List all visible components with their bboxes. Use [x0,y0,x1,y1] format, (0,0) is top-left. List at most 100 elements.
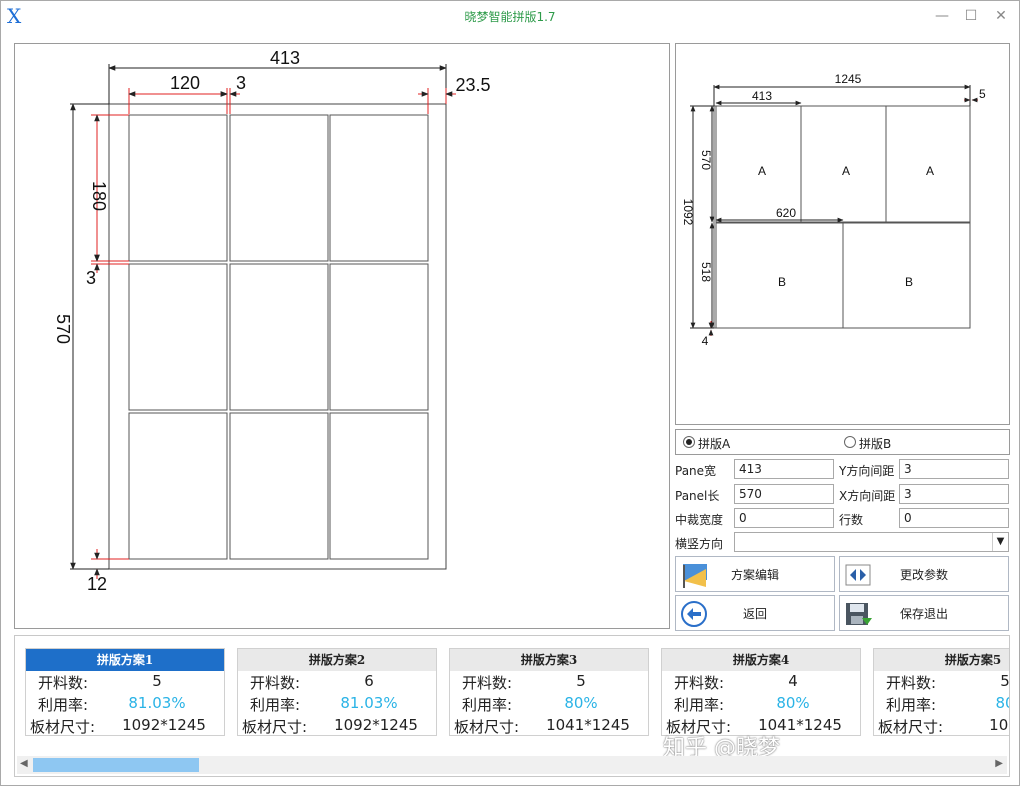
preview-dim-b-width: 620 [776,206,796,220]
dim-gap-x: 3 [236,73,246,93]
dim-margin-right: 23.5 [455,75,490,95]
scheme-card-4[interactable]: 拼版方案4 开料数: 4 利用率: 80% 板材尺寸: 1041*1245 [661,648,861,736]
panel-cell [128,263,228,411]
pane-width-label: Pane宽 [675,464,717,478]
rate-label: 利用率: [886,696,937,714]
change-params-button[interactable]: 更改参数 [839,556,1009,592]
title-bar: X 晓梦智能拼版1.7 — ☐ ✕ [1,1,1019,31]
back-button[interactable]: 返回 [675,595,835,631]
rate-value: 80 [995,694,1009,712]
dim-total-height: 570 [53,314,73,344]
panel-cell [329,263,429,411]
chevron-down-icon[interactable]: ▼ [992,533,1008,551]
dim-gap-y: 3 [86,268,96,288]
save-exit-button[interactable]: 保存退出 [839,595,1009,631]
scheme-title: 拼版方案1 [26,649,224,671]
sheet-preview: 1245 413 5 620 4 570 1092 518 A A A B B [681,72,986,348]
back-label: 返回 [742,606,767,621]
radio-layout-b-label[interactable]: 拼版B [859,435,891,452]
scheme-track: 拼版方案1 开料数: 5 利用率: 81.03% 板材尺寸: 1092*1245 拼版… [15,636,1009,748]
scheme-title: 拼版方案2 [238,649,436,671]
edit-scheme-label: 方案编辑 [730,567,779,582]
rows-label: 行数 [839,513,864,527]
orientation-label: 横竖方向 [675,537,724,551]
size-label: 板材尺寸: [30,718,96,736]
scheme-title: 拼版方案5 [874,649,1009,671]
scheme-list: 拼版方案1 开料数: 5 利用率: 81.03% 板材尺寸: 1092*1245 拼版… [14,635,1010,777]
panel-cell [329,114,429,262]
cut-width-input[interactable]: 0 [734,508,834,528]
cut-width-label: 中裁宽度 [675,513,724,527]
scrollbar-thumb[interactable] [33,758,199,772]
size-label: 板材尺寸: [242,718,308,736]
panel-cell [229,114,329,262]
panel-cell [229,263,329,411]
preview-dim-total-height: 1092 [681,199,695,226]
scroll-right-icon[interactable]: ▶ [995,758,1003,769]
count-label: 开料数: [38,674,89,692]
size-value: 1092*1245 [122,716,206,734]
preview-dim-margin: 5 [979,87,986,101]
window-title: 晓梦智能拼版1.7 [464,10,556,24]
count-label: 开料数: [886,674,937,692]
scroll-left-icon[interactable]: ◀ [20,758,28,769]
panel-b-label: B [778,275,786,289]
rate-value: 81.03% [128,694,186,712]
preview-dim-b-height: 518 [699,262,713,282]
count-value: 4 [788,672,798,690]
count-value: 5 [152,672,162,690]
preview-dim-width: 1245 [835,72,862,86]
scheme-card-2[interactable]: 拼版方案2 开料数: 6 利用率: 81.03% 板材尺寸: 1092*1245 [237,648,437,736]
size-value: 1041* [989,716,1009,734]
rate-label: 利用率: [462,696,513,714]
panel-a-label: A [842,164,850,178]
preview-dim-a-width: 413 [752,89,772,103]
panel-cell [229,412,329,560]
panel-b-label: B [905,275,913,289]
scheme-card-1[interactable]: 拼版方案1 开料数: 5 利用率: 81.03% 板材尺寸: 1092*1245 [25,648,225,736]
size-value: 1041*1245 [546,716,630,734]
rate-value: 80% [776,694,810,712]
size-label: 板材尺寸: [878,718,944,736]
panel-length-label: Panel长 [675,489,720,503]
rate-value: 80% [564,694,598,712]
layout-type-group: 拼版A 拼版B [675,429,1010,455]
size-value: 1092*1245 [334,716,418,734]
maximize-button[interactable]: ☐ [960,6,982,26]
x-gap-input[interactable]: 3 [899,484,1009,504]
dim-cell-height: 180 [89,181,109,211]
preview-dim-gap: 4 [702,334,709,348]
edit-scheme-button[interactable]: 方案编辑 [675,556,835,592]
rate-label: 利用率: [674,696,725,714]
close-button[interactable]: ✕ [990,6,1012,26]
count-label: 开料数: [250,674,301,692]
orientation-select[interactable]: ▼ [734,532,1009,552]
panel-cell [128,412,228,560]
save-exit-label: 保存退出 [899,606,948,621]
rate-label: 利用率: [38,696,89,714]
panel-length-input[interactable]: 570 [734,484,834,504]
x-gap-label: X方向间距 [839,489,896,503]
count-label: 开料数: [674,674,725,692]
dim-total-width: 413 [270,48,300,68]
panel-a-label: A [758,164,766,178]
layout-drawing: 413 120 3 23.5 3 12 180 570 [53,48,491,594]
scheme-card-3[interactable]: 拼版方案3 开料数: 5 利用率: 80% 板材尺寸: 1041*1245 [449,648,649,736]
sheet-preview-panel: 1245 413 5 620 4 570 1092 518 A A A B B [675,43,1010,425]
scheme-title: 拼版方案4 [662,649,860,671]
radio-layout-a-label[interactable]: 拼版A [698,435,730,452]
count-value: 6 [364,672,374,690]
scheme-card-5[interactable]: 拼版方案5 开料数: 5 利用率: 80 板材尺寸: 1041* [873,648,1009,736]
pane-width-input[interactable]: 413 [734,459,834,479]
horizontal-scrollbar[interactable]: ◀ ▶ [17,756,1007,774]
rows-input[interactable]: 0 [899,508,1009,528]
count-value: 5 [576,672,586,690]
radio-layout-a[interactable] [683,436,695,448]
radio-layout-b[interactable] [844,436,856,448]
panel-grid [128,114,429,560]
y-gap-input[interactable]: 3 [899,459,1009,479]
app-window: X 晓梦智能拼版1.7 — ☐ ✕ 413 120 3 23.5 3 12 18… [0,0,1020,786]
minimize-button[interactable]: — [931,6,953,26]
rate-value: 81.03% [340,694,398,712]
size-label: 板材尺寸: [454,718,520,736]
